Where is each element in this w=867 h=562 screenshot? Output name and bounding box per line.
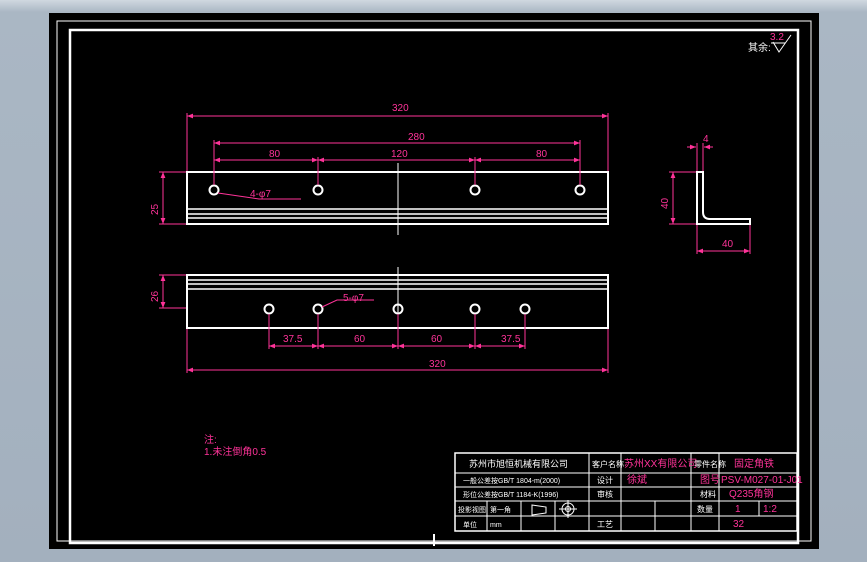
- top-view: 320 280 80 120 80 25 4-φ7: [150, 103, 609, 235]
- tb-proj-value: 第一角: [490, 505, 511, 514]
- bottom-dim-37-5-left: 37.5: [283, 334, 303, 345]
- tb-part-name-value: 固定角铁: [734, 457, 774, 470]
- tb-material-label: 材料: [700, 489, 716, 499]
- bottom-dim-60-right: 60: [431, 334, 443, 345]
- title-block: 苏州市旭恒机械有限公司 一般公差按GB/T 1804-m(2000) 形位公差按…: [454, 452, 803, 532]
- tb-customer-label: 客户名称: [592, 459, 624, 469]
- bottom-dim-37-5-right: 37.5: [501, 334, 521, 345]
- notes-line-1: 1.未注倒角0.5: [204, 445, 267, 458]
- tb-drawing-no-label: 图号: [700, 474, 720, 486]
- top-dim-320: 320: [392, 103, 409, 114]
- bottom-dim-26: 26: [150, 290, 161, 302]
- tb-material-value: Q235角钢: [729, 487, 773, 500]
- tb-design-label: 设计: [597, 475, 613, 485]
- tb-design-value: 徐斌: [627, 473, 647, 486]
- bottom-view: 26 37.5 60 60 37.5 320 5-φ7: [150, 267, 609, 373]
- roughness-value: 3.2: [770, 32, 784, 43]
- tb-scale-value: 1:2: [763, 504, 777, 515]
- tb-proj-label: 投影视图: [458, 505, 486, 514]
- bottom-holes: [263, 303, 531, 315]
- side-dim-40-horizontal: 40: [722, 239, 734, 250]
- tb-unit-value: mm: [490, 522, 502, 529]
- top-dim-80-right: 80: [536, 149, 548, 160]
- tb-sheet-value: 32: [733, 519, 745, 530]
- tb-review-label: 审核: [597, 489, 613, 499]
- top-dim-280: 280: [408, 132, 425, 143]
- top-hole-note: 4-φ7: [250, 189, 271, 200]
- roughness-symbol: 其余: 3.2: [748, 32, 792, 54]
- tb-process-label: 工艺: [597, 520, 613, 529]
- cad-viewport[interactable]: 其余: 3.2 320 280 80 120 80 25 4-φ7 26 37.…: [49, 13, 819, 549]
- tb-unit-label: 单位: [463, 520, 477, 529]
- top-dim-25: 25: [150, 203, 161, 215]
- technical-notes: 注: 1.未注倒角0.5: [204, 433, 267, 458]
- side-dim-40-vertical: 40: [660, 197, 671, 209]
- tb-customer-value: 苏州XX有限公司: [624, 457, 697, 470]
- tb-qty-label: 数量: [697, 504, 713, 514]
- tb-std2: 形位公差按GB/T 1184-K(1996): [463, 490, 558, 499]
- bottom-dim-320: 320: [429, 359, 446, 370]
- notes-title: 注:: [204, 433, 217, 446]
- top-dim-80-left: 80: [269, 149, 281, 160]
- tb-std1: 一般公差按GB/T 1804-m(2000): [463, 476, 560, 485]
- drawing-canvas[interactable]: 其余: 3.2 320 280 80 120 80 25 4-φ7 26 37.…: [49, 13, 819, 549]
- bottom-dim-60-left: 60: [354, 334, 366, 345]
- top-dim-120: 120: [391, 149, 408, 160]
- tb-drawing-no-value: PSV-M027-01-J01: [721, 475, 803, 486]
- tb-qty-value: 1: [735, 504, 741, 515]
- side-view: 4 40 40: [660, 134, 751, 254]
- side-dim-4: 4: [703, 134, 709, 145]
- bottom-hole-note: 5-φ7: [343, 293, 364, 304]
- tb-part-name-label: 零件名称: [694, 459, 726, 469]
- roughness-label: 其余:: [748, 41, 771, 54]
- tb-company: 苏州市旭恒机械有限公司: [469, 458, 568, 469]
